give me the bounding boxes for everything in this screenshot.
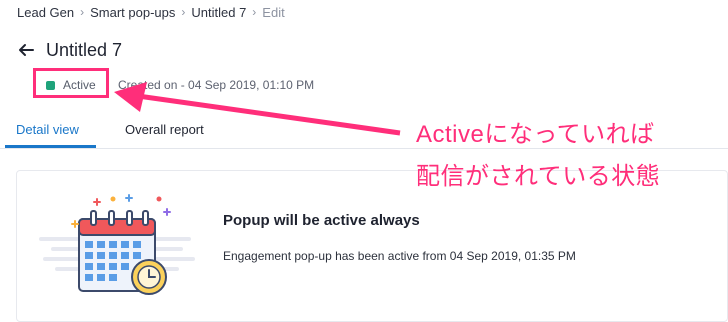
breadcrumb-untitled[interactable]: Untitled 7 (191, 5, 246, 20)
breadcrumb-smart-popups[interactable]: Smart pop-ups (90, 5, 175, 20)
created-on-text: Created on - 04 Sep 2019, 01:10 PM (118, 78, 315, 92)
tab-detail-view[interactable]: Detail view (16, 122, 79, 137)
card-description: Engagement pop-up has been active from 0… (223, 249, 576, 263)
page-title: Untitled 7 (46, 40, 123, 60)
breadcrumb-lead-gen[interactable]: Lead Gen (17, 5, 74, 20)
breadcrumb-edit: Edit (262, 4, 285, 20)
tab-overall-report[interactable]: Overall report (125, 122, 204, 137)
chevron-right-icon: › (252, 5, 257, 19)
back-arrow-icon[interactable] (16, 40, 36, 60)
annotation-line-1: Activeになっていれば (416, 121, 655, 148)
status-highlight-box (33, 68, 109, 98)
chevron-right-icon: › (181, 5, 186, 19)
chevron-right-icon: › (80, 5, 85, 19)
breadcrumb: Lead Gen › Smart pop-ups › Untitled 7 › … (17, 4, 285, 20)
status-card: Popup will be active always Engagement p… (16, 170, 728, 322)
active-tab-indicator (5, 145, 96, 148)
card-title: Popup will be active always (223, 212, 420, 229)
calendar-clock-icon (37, 191, 197, 301)
annotation-line-2: 配信がされている状態 (416, 163, 661, 190)
